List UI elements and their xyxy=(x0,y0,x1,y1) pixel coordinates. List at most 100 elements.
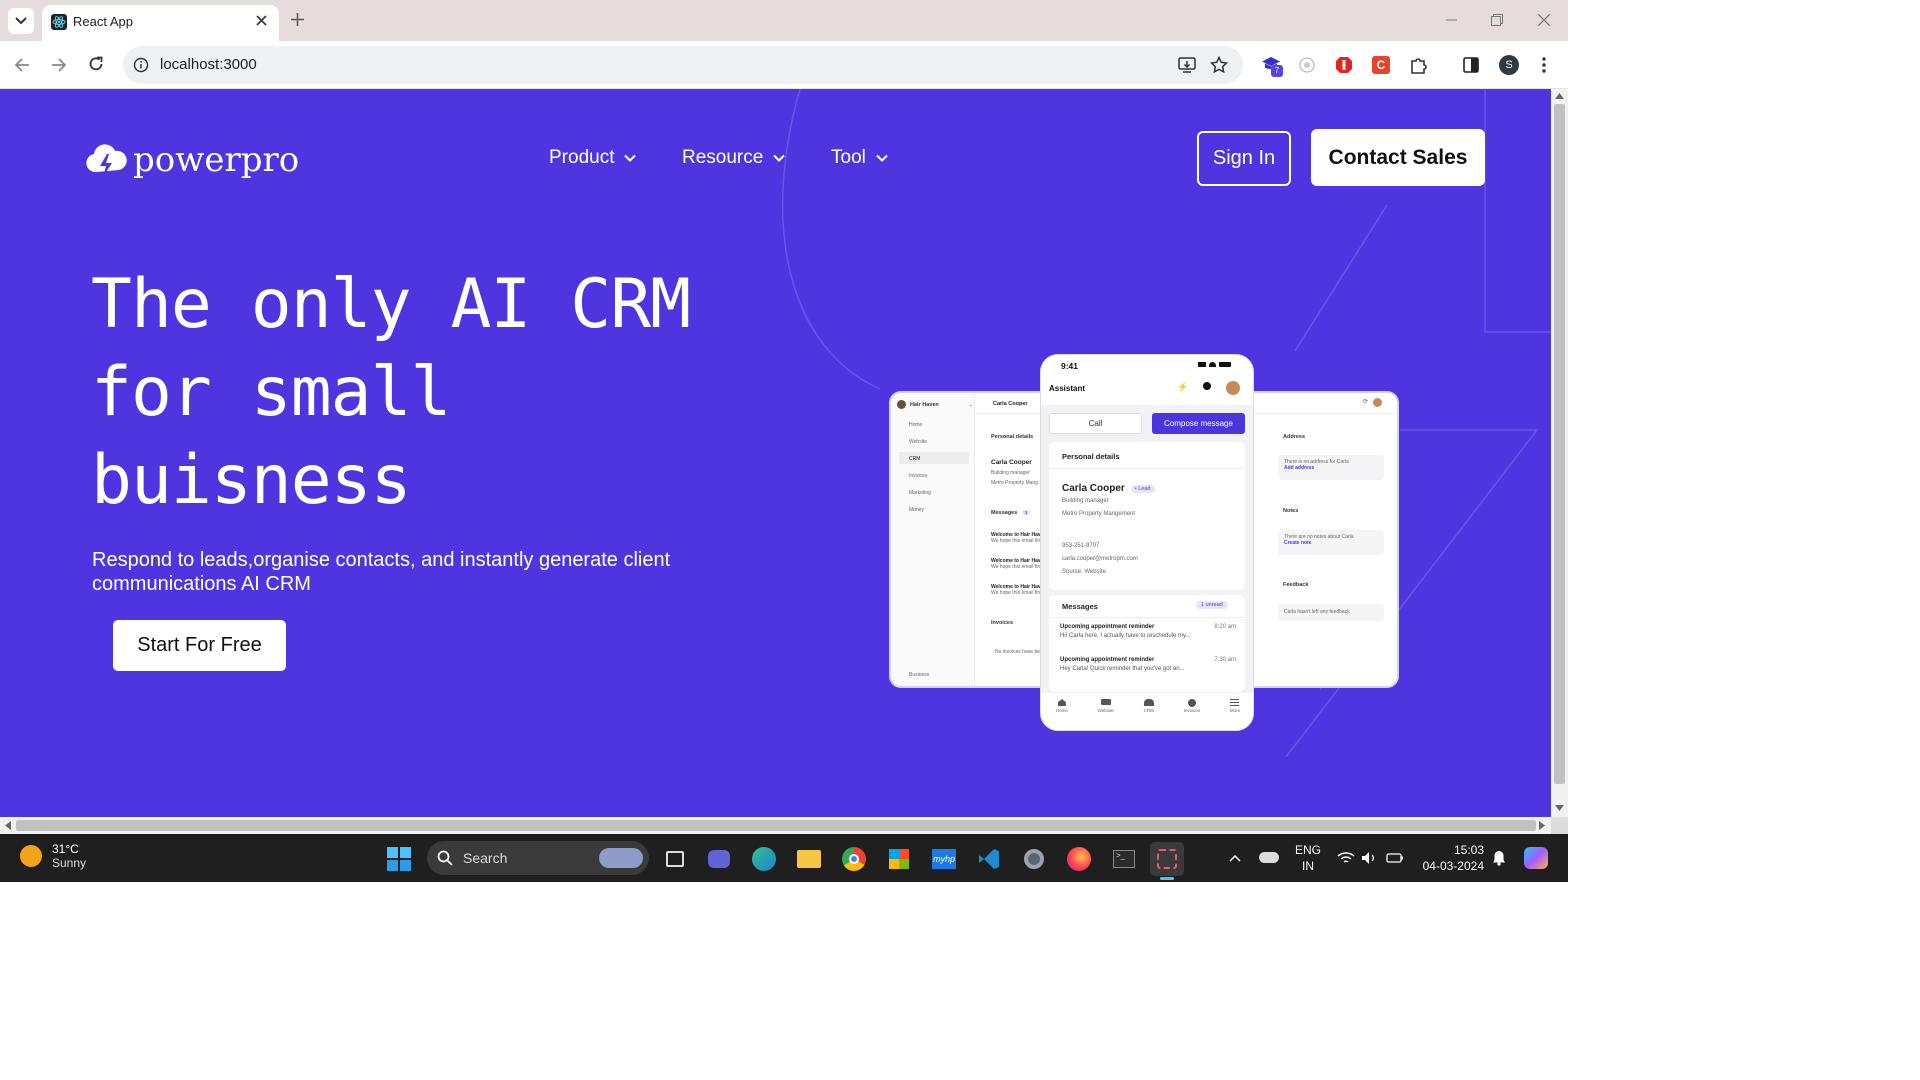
reload-icon[interactable] xyxy=(88,56,104,72)
phone-nav-label: Website xyxy=(1097,708,1114,713)
new-tab-icon[interactable] xyxy=(291,13,304,26)
window-close-icon[interactable] xyxy=(1538,14,1550,26)
extensions-puzzle-icon[interactable] xyxy=(1409,56,1427,74)
menu-dots-icon[interactable] xyxy=(1541,56,1547,74)
weather-condition: Sunny xyxy=(52,856,87,870)
notification-bell-icon[interactable] xyxy=(1492,850,1506,866)
taskbar-search[interactable]: Search xyxy=(427,841,649,875)
chevron-up-icon[interactable] xyxy=(1229,854,1241,862)
side-panel-icon[interactable] xyxy=(1463,57,1479,73)
profile-avatar[interactable]: S xyxy=(1499,55,1519,75)
nav-resource[interactable]: Resource xyxy=(682,147,786,169)
minimize-icon[interactable] xyxy=(1446,19,1457,21)
chevron-down-icon xyxy=(876,154,888,162)
clock[interactable]: 15:03 04-03-2024 xyxy=(1418,842,1484,874)
scroll-left-icon[interactable] xyxy=(5,821,11,830)
sign-in-button[interactable]: Sign In xyxy=(1197,131,1291,186)
mock-invoices-title: Invoices xyxy=(991,620,1014,626)
chrome-icon[interactable] xyxy=(837,842,871,876)
terminal-icon[interactable]: >_ xyxy=(1107,842,1141,876)
hero-title-line: The only AI CRM xyxy=(91,265,691,344)
contact-sales-button[interactable]: Contact Sales xyxy=(1311,129,1485,186)
wifi-icon[interactable] xyxy=(1337,851,1355,865)
signal-icon xyxy=(1198,362,1206,367)
wifi-icon xyxy=(1209,362,1216,367)
phone-nav-label: Home xyxy=(1055,708,1068,713)
colorzilla-icon[interactable]: C xyxy=(1372,56,1390,74)
bookmark-star-icon[interactable] xyxy=(1210,56,1228,74)
url-text[interactable]: localhost:3000 xyxy=(160,56,257,73)
adblock-icon[interactable] xyxy=(1335,56,1353,74)
home-icon xyxy=(1057,699,1066,706)
start-free-button[interactable]: Start For Free xyxy=(113,620,286,671)
copilot-icon[interactable] xyxy=(1524,847,1548,869)
chevron-down-icon xyxy=(15,17,27,25)
close-icon[interactable] xyxy=(256,15,267,26)
phone-messages-divider xyxy=(1049,617,1245,618)
snipping-tool-icon[interactable] xyxy=(1150,842,1184,876)
scroll-right-icon[interactable] xyxy=(1539,821,1545,830)
weather-widget[interactable]: 31°C Sunny xyxy=(20,842,86,870)
message-body: Hey Carla! Quick reminder that you've go… xyxy=(1060,666,1185,672)
language-indicator[interactable]: ENG IN xyxy=(1295,842,1321,874)
dollar-icon xyxy=(1187,699,1196,707)
message-time: 7:30 am xyxy=(1214,657,1236,663)
scroll-up-icon[interactable] xyxy=(1555,93,1564,99)
task-view-icon[interactable] xyxy=(658,842,692,876)
scrollbar-corner xyxy=(1551,817,1568,834)
search-highlight-icon xyxy=(599,848,643,868)
volume-icon[interactable] xyxy=(1361,851,1377,865)
mock-messages-title: Messages 1 xyxy=(991,510,1031,516)
mock-sidebar-item: Invoices xyxy=(909,473,928,479)
nav-product[interactable]: Product xyxy=(549,147,637,169)
phone-status-icons xyxy=(1198,362,1231,367)
settings-icon[interactable] xyxy=(1017,842,1051,876)
mock-workspace: Hair Haven ⌄ xyxy=(897,400,973,409)
vertical-scrollbar[interactable] xyxy=(1551,89,1568,817)
browser-tab[interactable]: React App xyxy=(42,5,279,41)
extension-icon[interactable]: 7 xyxy=(1261,56,1283,78)
mock-feedback-title: Feedback xyxy=(1283,582,1309,588)
mock-feedback-empty: Carla hasn't left any feedback xyxy=(1284,609,1350,615)
myhp-icon[interactable]: myhp xyxy=(927,842,961,876)
search-icon xyxy=(437,850,453,866)
tab-search-button[interactable] xyxy=(8,8,34,34)
edge-icon[interactable] xyxy=(747,842,781,876)
taskbar-search-placeholder: Search xyxy=(463,850,508,866)
vertical-scroll-thumb[interactable] xyxy=(1554,104,1565,784)
list-item: Upcoming appointment reminder 7:30 am He… xyxy=(1060,657,1236,672)
vscode-icon[interactable] xyxy=(972,842,1006,876)
phone-email: carla.cooper@metropm.com xyxy=(1062,556,1138,562)
extension-circle-icon[interactable] xyxy=(1299,57,1315,73)
react-logo-icon xyxy=(51,14,67,30)
mock-address-title: Address xyxy=(1283,434,1306,440)
chevron-down-icon xyxy=(773,154,786,162)
phone-role: Building manager xyxy=(1062,498,1109,504)
firefox-icon[interactable] xyxy=(1062,842,1096,876)
mock-contact-header: Carla Cooper xyxy=(993,401,1028,407)
horizontal-scrollbar[interactable] xyxy=(0,817,1551,834)
site-info-icon[interactable] xyxy=(133,57,149,73)
restore-icon[interactable] xyxy=(1491,14,1503,26)
install-app-icon[interactable] xyxy=(1178,56,1196,74)
file-explorer-icon[interactable] xyxy=(792,842,826,876)
avatar xyxy=(897,400,906,409)
call-button: Call xyxy=(1049,413,1142,434)
back-arrow-icon[interactable] xyxy=(14,57,30,73)
teams-chat-icon[interactable] xyxy=(702,842,736,876)
address-bar[interactable]: localhost:3000 xyxy=(123,46,1243,84)
horizontal-scroll-thumb[interactable] xyxy=(16,820,1536,831)
phone-name: Carla Cooper xyxy=(1062,483,1125,494)
store-icon[interactable] xyxy=(882,842,916,876)
nav-tool[interactable]: Tool xyxy=(831,147,888,169)
forward-arrow-icon[interactable] xyxy=(51,57,67,73)
crm-phone-mockup: 9:41 Assistant ⚡ Call Compose message Pe… xyxy=(1040,354,1254,731)
phone-nav-label: Invoices xyxy=(1183,708,1201,713)
battery-icon[interactable] xyxy=(1386,851,1404,865)
start-button[interactable] xyxy=(382,842,416,876)
site-logo[interactable]: powerpro xyxy=(85,140,299,180)
scroll-down-icon[interactable] xyxy=(1555,805,1564,811)
region-code: IN xyxy=(1302,859,1314,873)
onedrive-icon[interactable] xyxy=(1259,852,1279,863)
phone-nav-invoices: Invoices xyxy=(1183,699,1201,730)
